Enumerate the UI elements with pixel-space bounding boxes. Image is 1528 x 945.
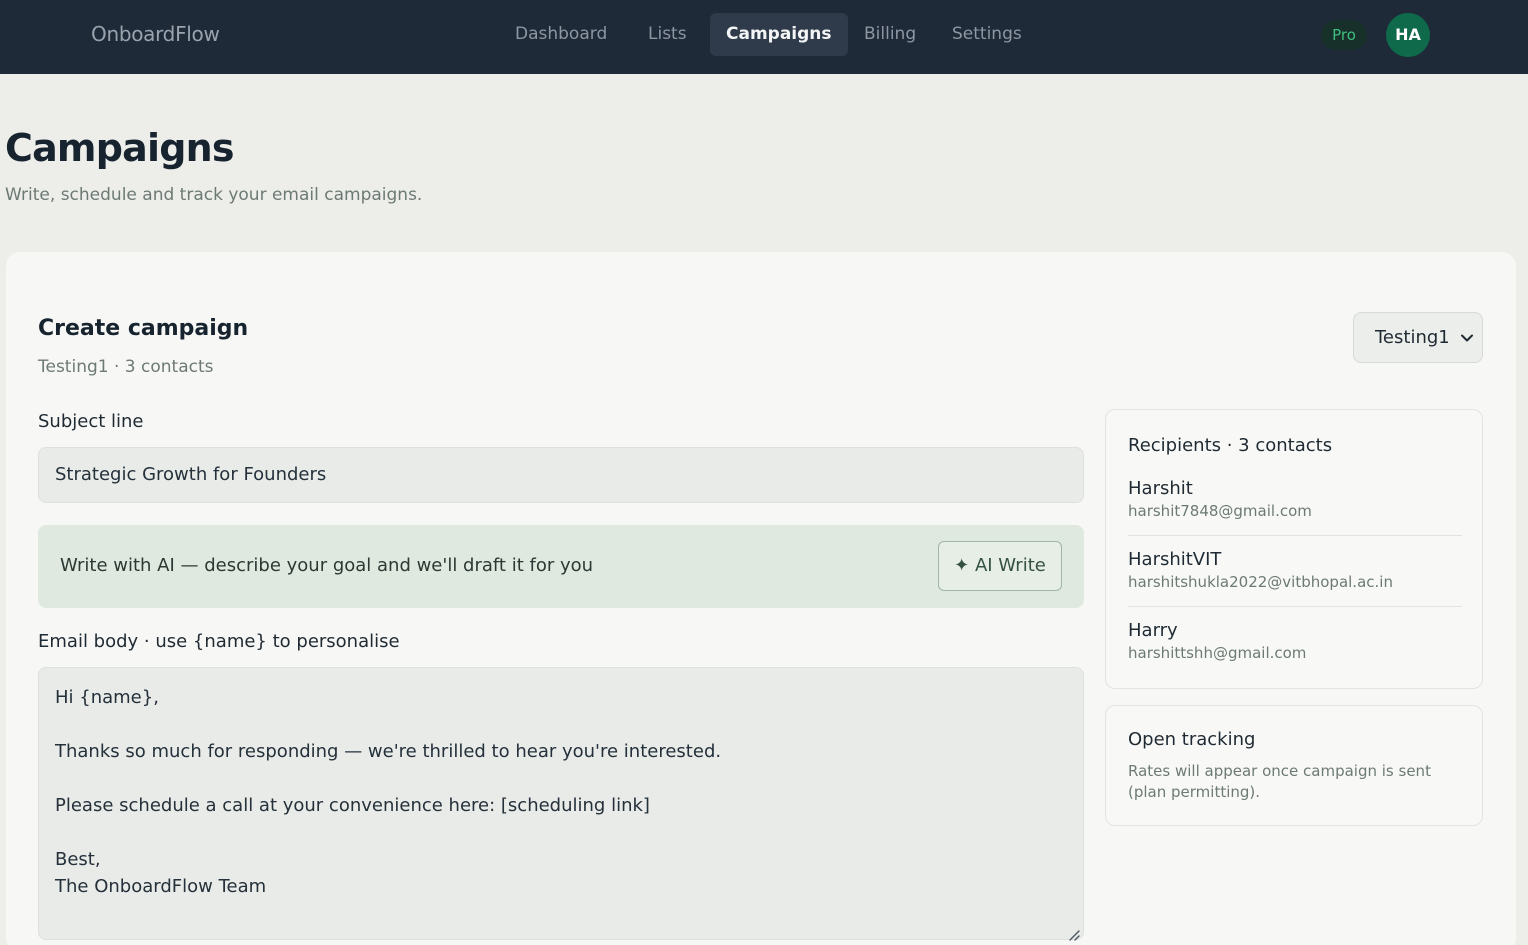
recipient-email: harshit7848@gmail.com bbox=[1128, 502, 1312, 520]
brand-logo[interactable]: OnboardFlow bbox=[91, 22, 220, 46]
nav-item-campaigns[interactable]: Campaigns bbox=[710, 13, 848, 56]
page-subtitle: Write, schedule and track your email cam… bbox=[5, 185, 423, 205]
nav-item-dashboard[interactable]: Dashboard bbox=[499, 13, 623, 56]
create-campaign-title: Create campaign bbox=[38, 316, 249, 341]
recipients-panel: Recipients · 3 contacts Harshit harshit7… bbox=[1105, 409, 1483, 689]
ai-write-prompt: Write with AI — describe your goal and w… bbox=[60, 555, 594, 576]
nav-item-billing[interactable]: Billing bbox=[848, 13, 932, 56]
page-title: Campaigns bbox=[5, 126, 234, 170]
list-select-value: Testing1 bbox=[1375, 327, 1450, 348]
recipient-divider bbox=[1128, 535, 1462, 536]
email-body-label: Email body · use {name} to personalise bbox=[38, 631, 400, 652]
recipient-name: Harry bbox=[1128, 620, 1178, 641]
recipient-item: Harshit harshit7848@gmail.com bbox=[1128, 478, 1462, 520]
open-tracking-panel: Open tracking Rates will appear once cam… bbox=[1105, 705, 1483, 826]
recipient-name: Harshit bbox=[1128, 478, 1193, 499]
open-tracking-text: Rates will appear once campaign is sent … bbox=[1128, 762, 1431, 801]
recipient-name: HarshitVIT bbox=[1128, 549, 1222, 570]
campaign-list-summary: Testing1 · 3 contacts bbox=[38, 357, 214, 377]
ai-write-bar: Write with AI — describe your goal and w… bbox=[38, 525, 1084, 608]
plan-badge: Pro bbox=[1321, 20, 1367, 50]
user-avatar[interactable]: HA bbox=[1386, 13, 1430, 57]
subject-input[interactable]: Strategic Growth for Founders bbox=[38, 447, 1084, 503]
list-select[interactable]: Testing1 bbox=[1353, 312, 1483, 363]
email-body-text: Hi {name}, Thanks so much for responding… bbox=[55, 687, 722, 897]
nav-item-lists[interactable]: Lists bbox=[632, 13, 703, 56]
top-navbar: OnboardFlow Dashboard Lists Campaigns Bi… bbox=[0, 0, 1528, 74]
nav-item-settings[interactable]: Settings bbox=[936, 13, 1038, 56]
chevron-down-icon bbox=[1458, 313, 1476, 362]
recipient-email: harshitshukla2022@vitbhopal.ac.in bbox=[1128, 573, 1393, 591]
ai-write-button[interactable]: ✦ AI Write bbox=[938, 541, 1062, 591]
recipient-item: HarshitVIT harshitshukla2022@vitbhopal.a… bbox=[1128, 549, 1462, 591]
resize-grip-icon[interactable] bbox=[1067, 923, 1081, 941]
recipient-divider bbox=[1128, 606, 1462, 607]
recipient-item: Harry harshittshh@gmail.com bbox=[1128, 620, 1462, 662]
recipients-title: Recipients · 3 contacts bbox=[1128, 435, 1333, 456]
recipient-email: harshittshh@gmail.com bbox=[1128, 644, 1307, 662]
open-tracking-title: Open tracking bbox=[1128, 729, 1256, 750]
subject-label: Subject line bbox=[38, 411, 144, 432]
email-body-textarea[interactable]: Hi {name}, Thanks so much for responding… bbox=[38, 667, 1084, 941]
